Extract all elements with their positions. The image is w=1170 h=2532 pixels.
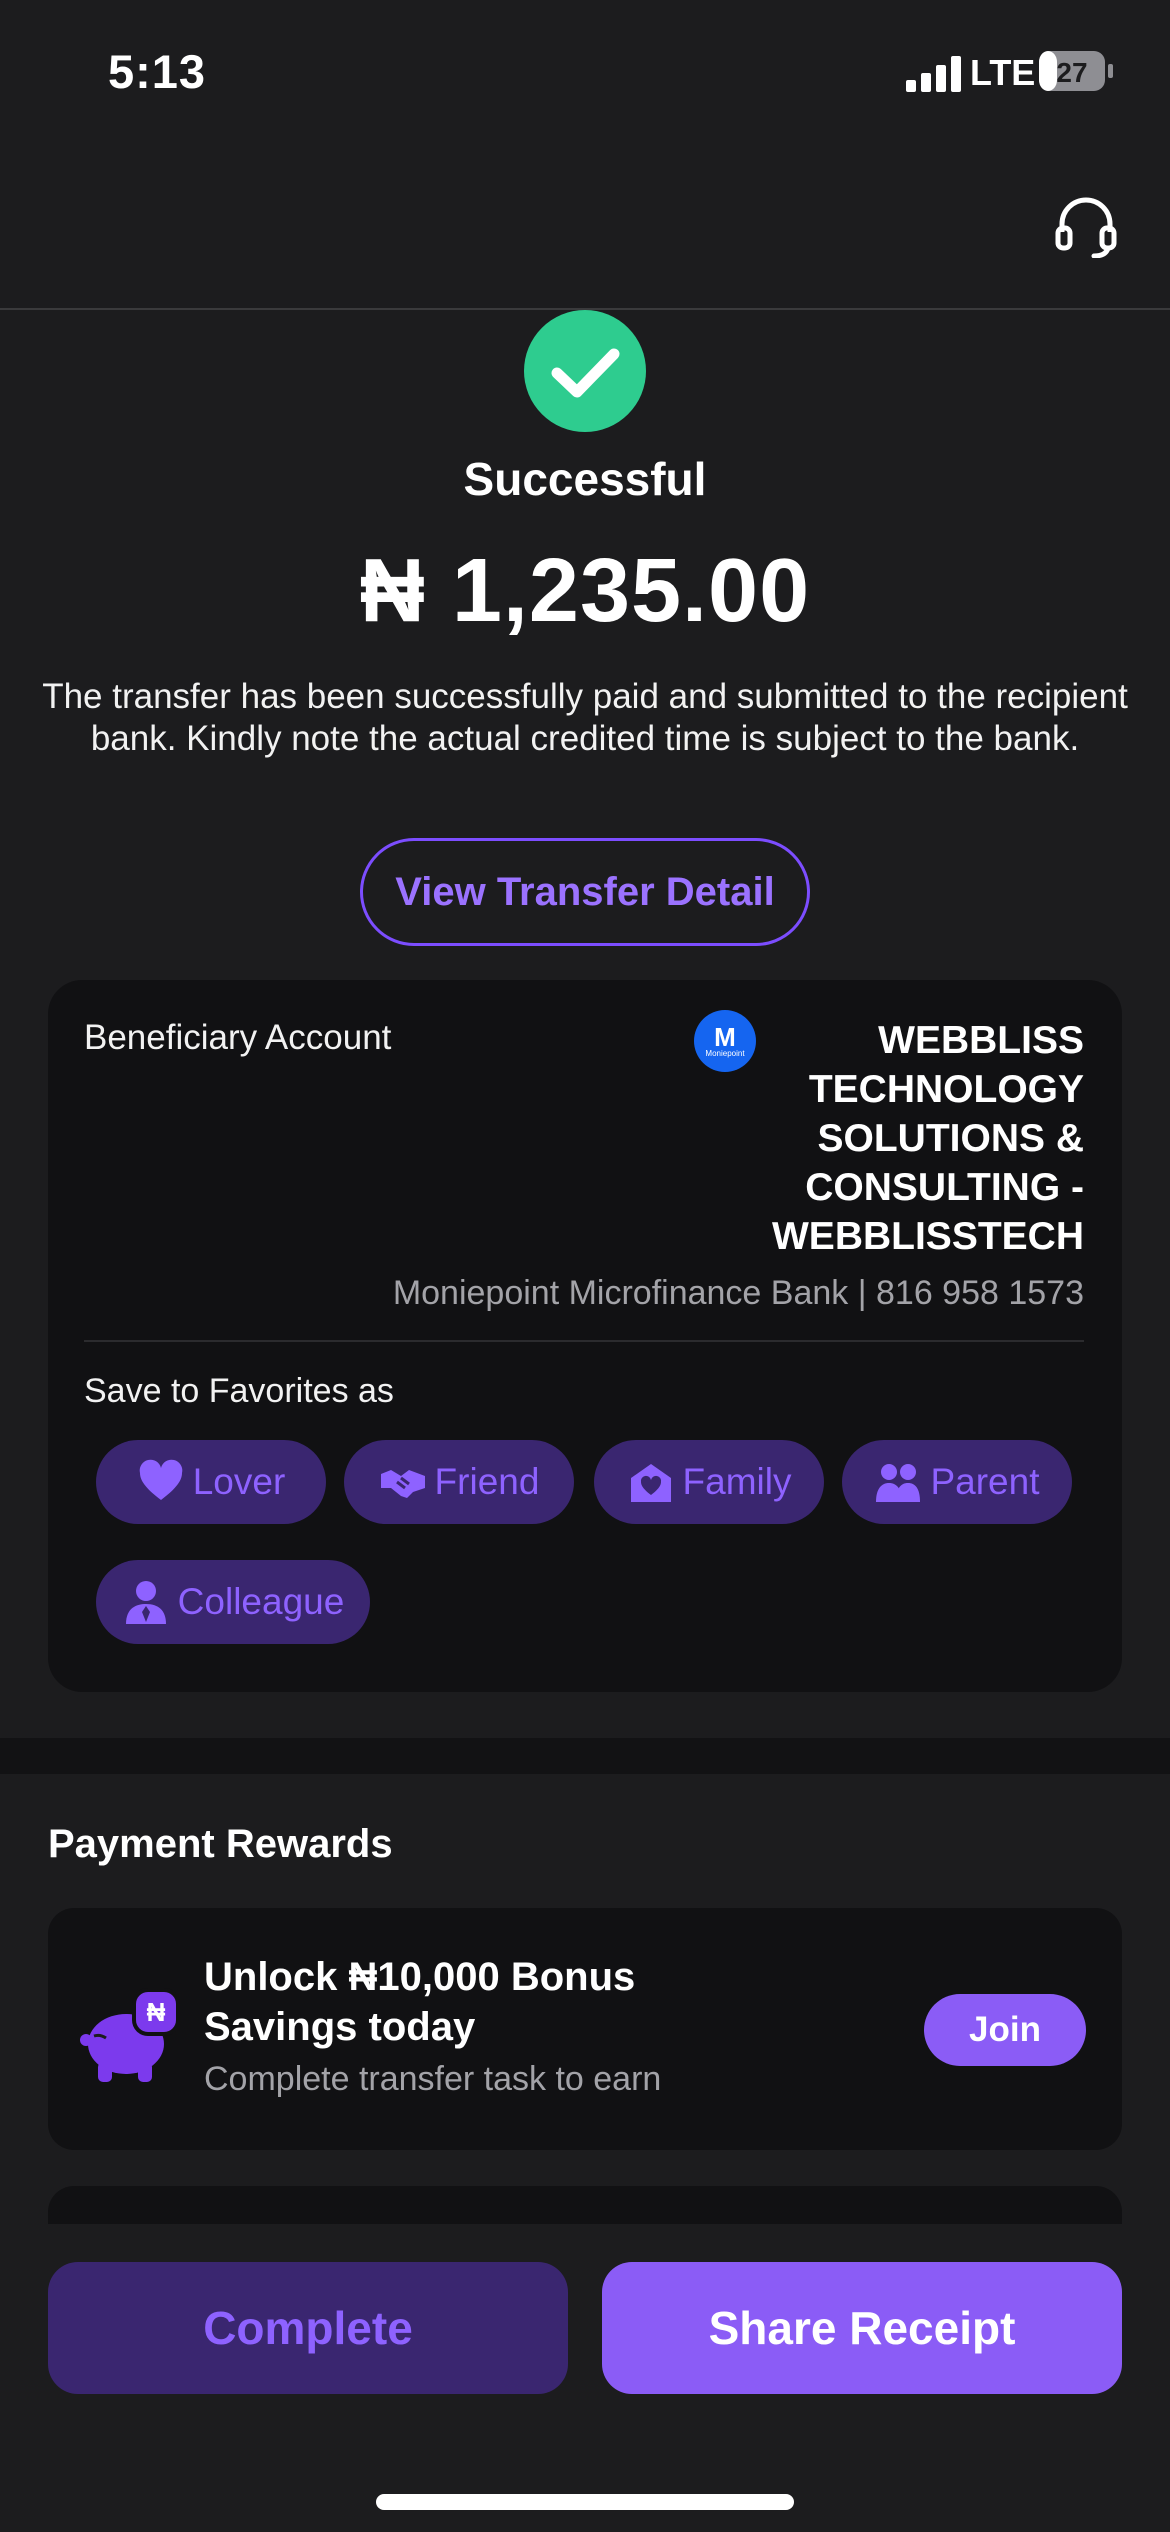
view-transfer-detail-button[interactable]: View Transfer Detail (360, 838, 810, 946)
home-heart-icon (630, 1464, 671, 1502)
reward-subtext: Complete transfer task to earn (204, 2060, 662, 2098)
favorite-chip-lover[interactable]: Lover (96, 1440, 326, 1524)
bottom-action-bar: Complete Share Receipt (0, 2224, 1170, 2532)
beneficiary-label: Beneficiary Account (84, 1018, 392, 1057)
home-indicator[interactable] (376, 2494, 794, 2510)
status-title: Successful (463, 453, 707, 505)
check-circle-icon (524, 310, 646, 432)
customer-support-icon[interactable] (1054, 196, 1118, 258)
battery-icon: 27 (1039, 51, 1113, 91)
bonus-savings-card[interactable]: ₦ Unlock ₦10,000 Bonus Savings today Com… (48, 1908, 1122, 2150)
beneficiary-bank-info: Moniepoint Microfinance Bank | 816 958 1… (392, 1274, 1084, 1312)
beneficiary-name: WEBBLISS TECHNOLOGY SOLUTIONS & CONSULTI… (772, 1019, 1084, 1258)
join-button[interactable]: Join (924, 1994, 1086, 2066)
favorite-chip-parent[interactable]: Parent (842, 1440, 1072, 1524)
favorite-chip-family[interactable]: Family (594, 1440, 824, 1524)
chip-label: Colleague (177, 1581, 345, 1622)
network-type: LTE (970, 52, 1036, 93)
status-time: 5:13 (108, 45, 207, 98)
beneficiary-card: Beneficiary Account M Moniepoint WEBBLIS… (48, 980, 1122, 1692)
battery-level: 27 (1056, 57, 1087, 88)
cellular-signal-icon (906, 56, 961, 92)
person-tie-icon (125, 1581, 166, 1624)
transfer-success-screen: 5:13 LTE 27 Successful ₦ 1,235.00 The tr… (0, 0, 1170, 2532)
chip-label: Friend (434, 1461, 540, 1502)
section-separator (0, 1738, 1170, 1774)
reward-headline: Unlock ₦10,000 Bonus Savings today (204, 1955, 636, 2049)
rewards-section-title: Payment Rewards (48, 1822, 393, 1866)
next-reward-card (48, 2186, 1122, 2226)
favorite-chip-friend[interactable]: Friend (344, 1440, 574, 1524)
status-message: The transfer has been successfully paid … (42, 677, 1128, 758)
status-bar: 5:13 LTE 27 (0, 0, 1170, 150)
complete-button[interactable]: Complete (48, 2262, 568, 2394)
heart-icon (139, 1459, 183, 1500)
piggy-bank-icon: ₦ (80, 1988, 180, 2082)
chip-label: Parent (930, 1461, 1040, 1502)
card-divider (84, 1340, 1084, 1342)
chip-label: Family (682, 1461, 792, 1502)
favorites-label: Save to Favorites as (84, 1372, 394, 1410)
handshake-icon (380, 1470, 425, 1498)
piggy-badge: ₦ (147, 1997, 166, 2027)
share-receipt-button[interactable]: Share Receipt (602, 2262, 1122, 2394)
chip-label: Lover (192, 1461, 286, 1502)
transfer-amount: ₦ 1,235.00 (359, 541, 811, 641)
favorite-chip-colleague[interactable]: Colleague (96, 1560, 370, 1644)
people-icon (876, 1464, 921, 1502)
